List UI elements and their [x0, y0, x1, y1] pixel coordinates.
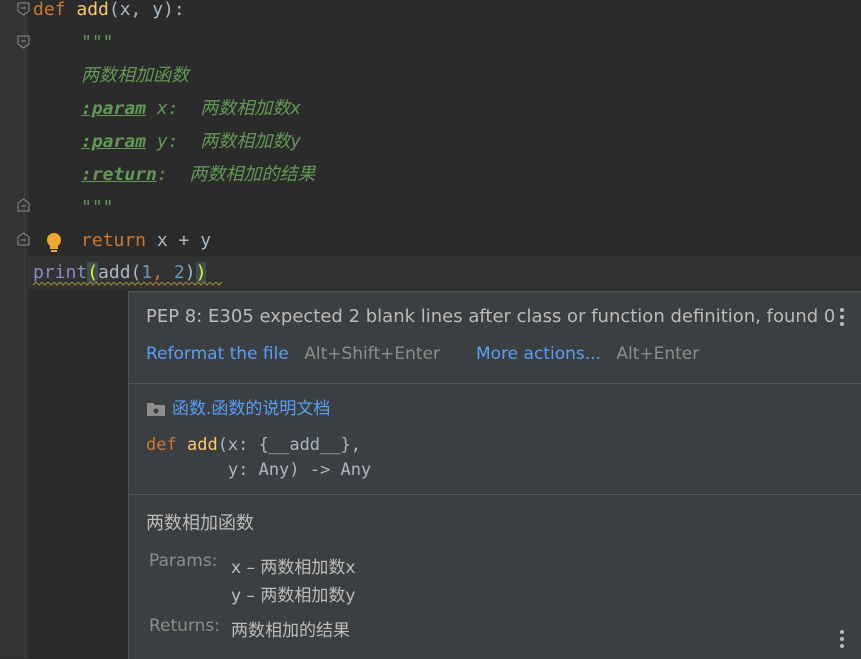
code-line-def[interactable]: def add(x, y): — [33, 0, 185, 26]
module-path[interactable]: 函数.函数的说明文档 — [146, 394, 330, 419]
docstring-open[interactable]: """ — [81, 26, 114, 59]
signature-line-2: y: Any) -> Any — [146, 460, 372, 480]
docstring-param-y[interactable]: :param y: 两数相加数y — [81, 125, 301, 158]
param-x: x – 两数相加数x — [231, 558, 356, 578]
fold-close-icon[interactable] — [17, 198, 30, 212]
returns-value: 两数相加的结果 — [231, 621, 350, 641]
docstring-param-x[interactable]: :param x: 两数相加数x — [81, 92, 301, 125]
fold-open-icon[interactable] — [17, 35, 30, 49]
returns-label: Returns: — [149, 616, 220, 636]
more-actions-link[interactable]: More actions... — [476, 344, 601, 364]
popup-divider — [129, 494, 861, 495]
lightbulb-icon[interactable] — [44, 232, 64, 254]
popup-divider — [129, 383, 861, 384]
warning-squiggle — [33, 282, 223, 286]
more-options-icon[interactable] — [840, 308, 844, 326]
reformat-shortcut: Alt+Shift+Enter — [304, 344, 441, 364]
code-line-return[interactable]: return x + y — [81, 224, 211, 257]
doc-description: 两数相加函数 — [146, 513, 254, 534]
param-y: y – 两数相加数y — [231, 586, 356, 606]
folder-icon — [147, 403, 165, 416]
signature-line-1: def add(x: {__add__}, — [146, 435, 361, 455]
inspection-message: PEP 8: E305 expected 2 blank lines after… — [146, 306, 836, 327]
more-actions-shortcut: Alt+Enter — [616, 344, 700, 364]
reformat-action[interactable]: Reformat the file Alt+Shift+Enter — [146, 344, 440, 364]
reformat-file-link[interactable]: Reformat the file — [146, 344, 289, 364]
gutter-divider — [24, 0, 25, 658]
params-label: Params: — [149, 551, 218, 571]
fold-close-icon[interactable] — [17, 232, 30, 246]
more-actions[interactable]: More actions... Alt+Enter — [476, 344, 699, 364]
more-options-icon[interactable] — [840, 630, 844, 648]
fold-open-icon[interactable] — [17, 2, 30, 16]
docstring-return[interactable]: :return: 两数相加的结果 — [81, 158, 315, 191]
quick-documentation-popup: PEP 8: E305 expected 2 blank lines after… — [128, 291, 861, 659]
docstring-summary[interactable]: 两数相加函数 — [81, 59, 189, 92]
docstring-close[interactable]: """ — [81, 191, 114, 224]
